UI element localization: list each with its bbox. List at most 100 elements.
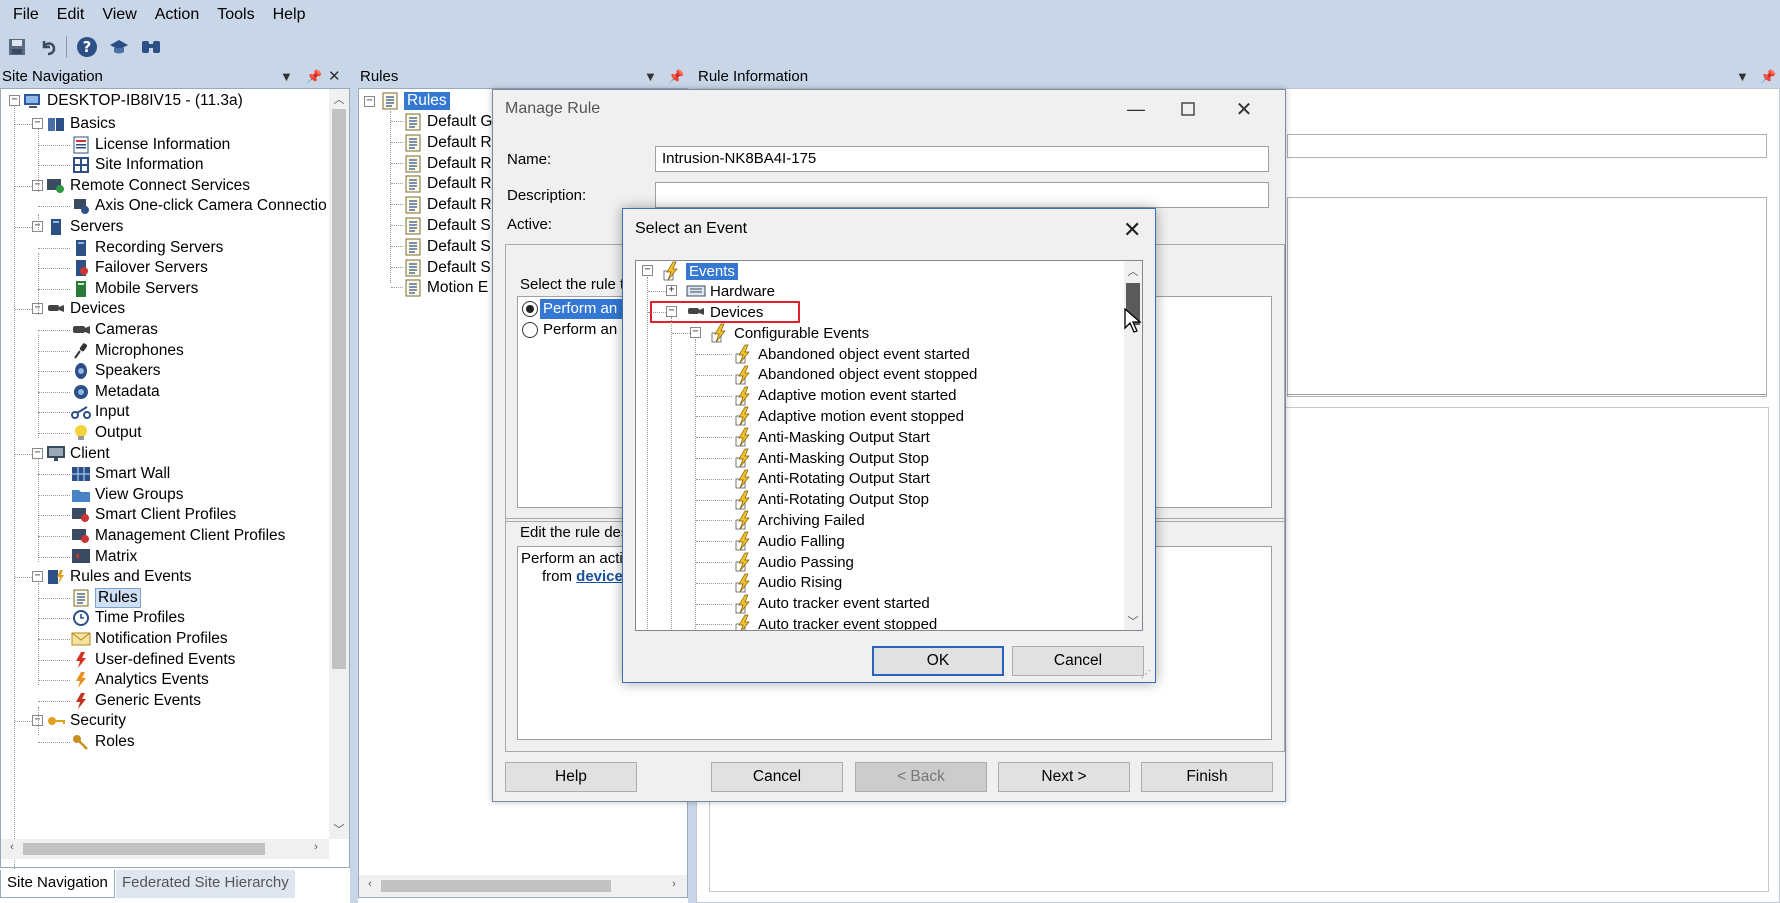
tree-item-smart-client-profiles[interactable]: Smart Client Profiles [71, 504, 236, 526]
tree-item-view-groups[interactable]: View Groups [71, 484, 183, 506]
event-item[interactable]: Adaptive motion event started [734, 386, 956, 406]
event-tree-hardware[interactable]: Hardware [686, 281, 775, 301]
name-input[interactable]: Intrusion-NK8BA4I-175 [655, 146, 1269, 172]
event-item[interactable]: Anti-Masking Output Start [734, 427, 930, 447]
cancel-button[interactable]: Cancel [1012, 646, 1144, 676]
tree-item-input[interactable]: Input [71, 401, 129, 423]
close-icon[interactable]: ✕ [328, 66, 341, 88]
tree-item-cameras[interactable]: Cameras [71, 319, 158, 341]
scroll-thumb[interactable] [332, 109, 346, 669]
tree-item-recording-servers[interactable]: Recording Servers [71, 237, 223, 259]
event-item[interactable]: Anti-Masking Output Stop [734, 448, 929, 468]
tree-root[interactable]: DESKTOP-IB8IV15 - (11.3a) [23, 90, 243, 112]
tree-collapse-icon[interactable]: − [32, 571, 43, 583]
menu-edit[interactable]: Edit [48, 0, 94, 30]
rule-item[interactable]: Default G [403, 111, 492, 133]
tree-item-rules-and-events[interactable]: Rules and Events [46, 566, 192, 588]
pane-splitter[interactable] [350, 66, 358, 903]
tree-item-client[interactable]: Client [46, 443, 110, 465]
rules-root[interactable]: Rules [380, 90, 450, 112]
scroll-right-icon[interactable]: › [309, 841, 323, 853]
radio-perform-action-1-label[interactable]: Perform an a [540, 299, 633, 319]
menu-action[interactable]: Action [146, 0, 208, 30]
tree-item-metadata[interactable]: Metadata [71, 381, 160, 403]
back-button[interactable]: < Back [855, 762, 987, 792]
tree-item-roles[interactable]: Roles [71, 731, 135, 753]
cancel-button[interactable]: Cancel [711, 762, 843, 792]
event-tree-root[interactable]: Events [662, 261, 738, 281]
tree-item-matrix[interactable]: Matrix [71, 546, 137, 568]
menu-file[interactable]: File [4, 0, 48, 30]
tree-item-analytics-events[interactable]: Analytics Events [71, 669, 209, 691]
event-tree-configurable-events[interactable]: Configurable Events [710, 323, 869, 343]
pane-dropdown-icon[interactable]: ▼ [1736, 66, 1749, 88]
site-tree-scrollbar[interactable]: ︿ ﹀ [329, 89, 349, 839]
tutorial-icon[interactable] [106, 34, 132, 60]
rules-hscrollbar[interactable]: ‹ › [359, 875, 687, 897]
maximize-icon[interactable] [1165, 94, 1211, 124]
help-icon[interactable]: ? [74, 34, 100, 60]
event-item[interactable]: Anti-Rotating Output Start [734, 469, 930, 489]
tree-item-notification-profiles[interactable]: Notification Profiles [71, 628, 228, 650]
event-item[interactable]: Anti-Rotating Output Stop [734, 490, 929, 510]
tab-federated-site-hierarchy[interactable]: Federated Site Hierarchy [116, 870, 295, 898]
tree-item-mobile-servers[interactable]: Mobile Servers [71, 278, 198, 300]
scroll-thumb[interactable] [381, 880, 611, 892]
close-icon[interactable]: ✕ [1221, 94, 1267, 124]
event-item[interactable]: Archiving Failed [734, 510, 865, 530]
menu-help[interactable]: Help [264, 0, 315, 30]
tree-item-basics[interactable]: Basics [46, 113, 116, 135]
tree-item-rules[interactable]: Rules [71, 587, 141, 609]
tab-site-navigation[interactable]: Site Navigation [0, 870, 115, 898]
tree-item-failover-servers[interactable]: Failover Servers [71, 257, 208, 279]
rule-item[interactable]: Default R [403, 194, 492, 216]
next-button[interactable]: Next > [998, 762, 1130, 792]
tree-collapse-icon[interactable]: − [642, 265, 653, 276]
menu-tools[interactable]: Tools [208, 0, 263, 30]
tree-item-servers[interactable]: Servers [46, 216, 123, 238]
rule-item[interactable]: Default R [403, 132, 492, 154]
event-item[interactable]: Abandoned object event started [734, 344, 970, 364]
tree-item-remote-connect-services[interactable]: Remote Connect Services [46, 175, 250, 197]
event-item[interactable]: Auto tracker event started [734, 594, 930, 614]
undo-icon[interactable] [36, 34, 62, 60]
event-item[interactable]: Abandoned object event stopped [734, 365, 977, 385]
description-input[interactable] [655, 182, 1269, 208]
site-tree-hscrollbar[interactable]: ‹ › [1, 839, 329, 859]
save-icon[interactable] [4, 34, 30, 60]
tree-item-user-defined-events[interactable]: User-defined Events [71, 649, 235, 671]
radio-perform-action-2-label[interactable]: Perform an a [543, 320, 630, 340]
scroll-thumb[interactable] [23, 843, 265, 855]
pin-icon[interactable]: 📌 [1760, 66, 1776, 88]
tree-item-output[interactable]: Output [71, 422, 142, 444]
scroll-down-icon[interactable]: ﹀ [329, 821, 349, 837]
tree-collapse-icon[interactable]: − [32, 118, 43, 129]
rule-item[interactable]: Default S [403, 257, 491, 279]
scroll-up-icon[interactable]: ︿ [329, 91, 349, 107]
devices-link[interactable]: device [576, 568, 623, 585]
event-item[interactable]: Audio Falling [734, 531, 845, 551]
radio-perform-action-2[interactable] [522, 322, 538, 338]
tree-item-devices[interactable]: Devices [46, 298, 125, 320]
tree-item-license-information[interactable]: License Information [71, 134, 230, 156]
tree-item-speakers[interactable]: Speakers [71, 360, 160, 382]
tree-item-security[interactable]: Security [46, 710, 126, 732]
rule-item[interactable]: Default R [403, 153, 492, 175]
tree-expand-icon[interactable]: + [666, 285, 677, 296]
scroll-left-icon[interactable]: ‹ [363, 878, 377, 890]
tree-collapse-icon[interactable]: − [32, 447, 43, 459]
event-item[interactable]: Adaptive motion event stopped [734, 406, 964, 426]
tree-item-axis-one-click-camera-connectio[interactable]: Axis One-click Camera Connectio [71, 195, 327, 217]
tree-item-management-client-profiles[interactable]: Management Client Profiles [71, 525, 285, 547]
close-icon[interactable]: ✕ [1123, 217, 1141, 243]
rule-item[interactable]: Default S [403, 236, 491, 258]
scroll-left-icon[interactable]: ‹ [5, 841, 19, 853]
menu-view[interactable]: View [93, 0, 145, 30]
pin-icon[interactable]: 📌 [306, 66, 322, 88]
event-item[interactable]: Auto tracker event stopped [734, 614, 937, 630]
tree-item-smart-wall[interactable]: Smart Wall [71, 463, 170, 485]
ok-button[interactable]: OK [872, 646, 1004, 676]
help-button[interactable]: Help [505, 762, 637, 792]
pane-dropdown-icon[interactable]: ▼ [280, 66, 293, 88]
tree-collapse-icon[interactable]: − [690, 327, 701, 338]
